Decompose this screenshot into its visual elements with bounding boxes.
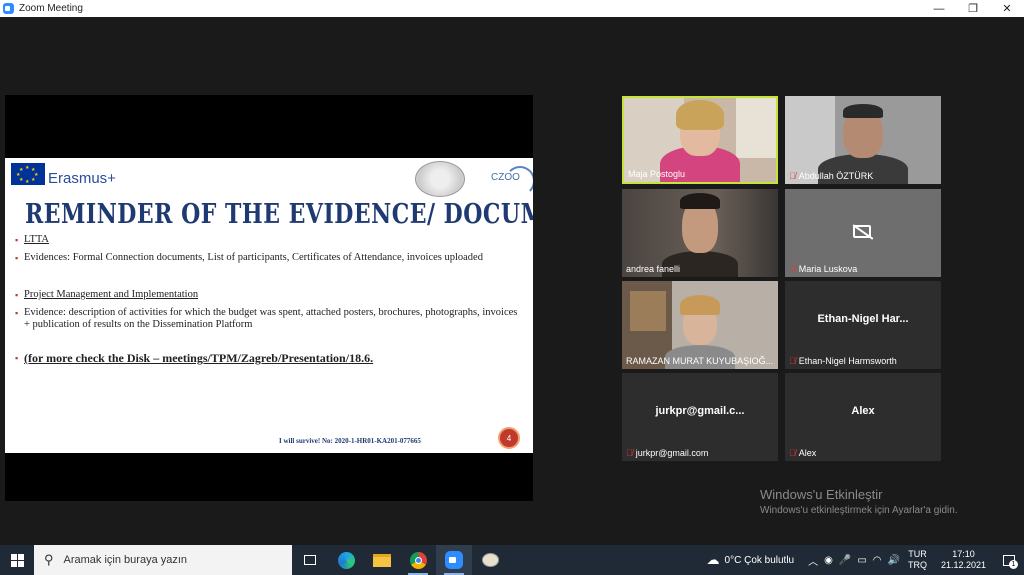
window-controls: — ❐ ✕ <box>922 0 1024 17</box>
participant-tile[interactable]: RAMAZAN MURAT KUYUBAŞIOĞ... <box>622 281 778 369</box>
chrome-browser-icon[interactable] <box>400 545 436 575</box>
participant-tile[interactable]: Ethan-Nigel Har... 🎙̸ Ethan-Nigel Harmswo… <box>785 281 941 369</box>
muted-mic-icon: 🎙̸ <box>789 448 796 458</box>
microphone-icon[interactable]: 🎤 <box>839 555 851 566</box>
search-icon: ⚲ <box>44 552 54 567</box>
slide-page-number: 4 <box>498 427 520 449</box>
task-view-icon[interactable] <box>292 545 328 575</box>
participant-tile[interactable]: jurkpr@gmail.c... 🎙̸ jurkpr@gmail.com <box>622 373 778 461</box>
windows-taskbar: ⚲ Aramak için buraya yazın ☁ 0°C Çok bul… <box>0 545 1024 575</box>
windows-activation-watermark: Windows'u Etkinleştir Windows'u etkinleş… <box>760 487 958 516</box>
participant-tile[interactable]: Maja Postoglu <box>622 96 778 184</box>
taskbar-search-box[interactable]: ⚲ Aramak için buraya yazın <box>34 545 292 575</box>
camera-off-icon <box>852 224 874 240</box>
participant-display-name: Alex <box>851 405 875 417</box>
muted-mic-icon: 🎙̸ <box>789 171 796 181</box>
slide-bullet: Project Management and Implementation <box>15 289 523 301</box>
security-icon[interactable]: ◉ <box>824 555 833 566</box>
erasmus-logo-text: Erasmus+ <box>48 170 116 187</box>
participant-tile[interactable]: Alex 🎙̸ Alex <box>785 373 941 461</box>
system-tray: ☁ 0°C Çok bulutlu ︿ ◉ 🎤 ▭ ◠ 🔊 TUR TRQ 17… <box>707 545 1024 575</box>
participant-display-name: Ethan-Nigel Har... <box>817 313 909 325</box>
maximize-button[interactable]: ❐ <box>956 0 990 17</box>
notification-count: 1 <box>1009 560 1018 569</box>
participant-name: 🎙̸ Ethan-Nigel Harmsworth <box>789 356 897 366</box>
chevron-up-icon[interactable]: ︿ <box>808 553 818 568</box>
clock-time: 17:10 <box>952 549 975 559</box>
participant-name: Maja Postoglu <box>628 169 686 179</box>
paint-app-icon[interactable] <box>472 545 508 575</box>
meeting-stage: ★ ★ ★ ★ ★ ★ ★ ★ Erasmus+ CZOO REMINDER OF THE E… <box>0 17 1024 545</box>
edge-browser-icon[interactable] <box>328 545 364 575</box>
slide-title: REMINDER OF THE EVIDENCE/ DOCUMENTATION: <box>25 198 533 231</box>
zoom-app-icon <box>3 3 14 14</box>
taskbar-clock[interactable]: 17:10 21.12.2021 <box>941 549 986 571</box>
screen-share-view[interactable]: ★ ★ ★ ★ ★ ★ ★ ★ Erasmus+ CZOO REMINDER OF THE E… <box>5 95 533 501</box>
network-icon[interactable]: ▭ <box>857 555 866 566</box>
slide-bullet: LTTA <box>15 234 523 246</box>
search-placeholder: Aramak için buraya yazın <box>63 554 188 566</box>
participant-tile[interactable]: 🎙̸ Abdullah ÖZTÜRK <box>785 96 941 184</box>
notification-center-button[interactable]: 1 <box>994 545 1024 575</box>
participant-name: RAMAZAN MURAT KUYUBAŞIOĞ... <box>626 356 774 366</box>
participant-name: 🎙̸ Alex <box>789 448 817 458</box>
wifi-icon[interactable]: ◠ <box>873 555 882 566</box>
muted-mic-icon: 🎙̸ <box>789 356 796 366</box>
muted-mic-icon: 🎙̸ <box>789 264 796 274</box>
participant-name: 🎙̸ jurkpr@gmail.com <box>626 448 709 458</box>
window-titlebar: Zoom Meeting — ❐ ✕ <box>0 0 1024 17</box>
participant-gallery: Maja Postoglu 🎙̸ Abdullah ÖZTÜRK andrea f… <box>622 96 944 464</box>
slide-bullet: Evidence: description of activities for … <box>15 307 523 331</box>
file-explorer-icon[interactable] <box>364 545 400 575</box>
volume-icon[interactable]: 🔊 <box>888 555 900 566</box>
eu-flag-icon: ★ ★ ★ ★ ★ ★ ★ ★ <box>11 163 45 185</box>
participant-tile[interactable]: 🎙̸ Maria Luskova <box>785 189 941 277</box>
minimize-button[interactable]: — <box>922 0 956 17</box>
participant-display-name: jurkpr@gmail.c... <box>655 405 745 417</box>
clock-date: 21.12.2021 <box>940 560 986 570</box>
presentation-slide: ★ ★ ★ ★ ★ ★ ★ ★ Erasmus+ CZOO REMINDER OF THE E… <box>5 158 533 453</box>
czoo-logo: CZOO <box>491 166 533 194</box>
close-button[interactable]: ✕ <box>990 0 1024 17</box>
weather-text[interactable]: 0°C Çok bulutlu <box>725 555 795 566</box>
school-seal-logo <box>415 161 465 197</box>
window-title: Zoom Meeting <box>19 3 83 14</box>
weather-icon: ☁ <box>706 552 720 567</box>
muted-mic-icon: 🎙̸ <box>626 448 633 458</box>
windows-logo-icon <box>10 553 24 567</box>
input-language-indicator[interactable]: TUR TRQ <box>908 549 927 571</box>
language-code: TUR <box>908 549 927 559</box>
participant-name: 🎙̸ Maria Luskova <box>789 264 858 274</box>
watermark-title: Windows'u Etkinleştir <box>760 487 883 502</box>
participant-name: andrea fanelli <box>626 264 681 274</box>
start-button[interactable] <box>0 545 34 575</box>
participant-name: 🎙̸ Abdullah ÖZTÜRK <box>789 171 874 181</box>
keyboard-layout-code: TRQ <box>907 560 927 570</box>
slide-bullet-list: LTTA Evidences: Formal Connection docume… <box>15 234 523 365</box>
zoom-taskbar-icon[interactable] <box>436 545 472 575</box>
slide-footer: I will survive! No: 2020-1-HR01-KA201-07… <box>279 437 421 445</box>
slide-bullet: (for more check the Disk – meetings/TPM/… <box>15 351 523 365</box>
participant-tile[interactable]: andrea fanelli <box>622 189 778 277</box>
watermark-subtitle: Windows'u etkinleştirmek için Ayarlar'a … <box>760 505 958 516</box>
slide-bullet: Evidences: Formal Connection documents, … <box>15 252 523 264</box>
